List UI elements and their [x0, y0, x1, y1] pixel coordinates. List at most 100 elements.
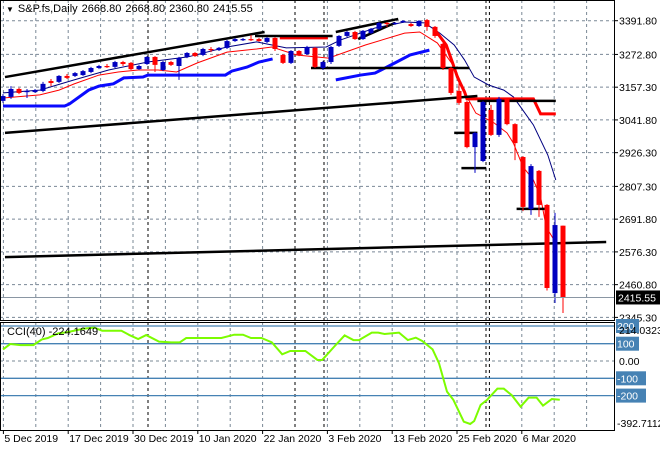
candle-body [160, 62, 166, 70]
candle-bearish [104, 64, 110, 68]
candle-body [128, 62, 134, 70]
candle-bearish [520, 156, 526, 212]
candle-body [264, 37, 270, 42]
candle-bearish [280, 54, 286, 65]
date-axis-label: 5 Dec 2019 [4, 433, 58, 445]
candle-body [136, 66, 142, 70]
price-axis-label: 2807.30 [619, 181, 657, 193]
candle-body [520, 157, 526, 207]
candle-body [552, 225, 558, 294]
candle-bullish [32, 88, 38, 93]
candle-body [488, 109, 494, 135]
date-axis-label: 13 Feb 2020 [393, 433, 452, 445]
candle-body [40, 83, 46, 91]
candle-bearish [192, 52, 198, 57]
candle-body [512, 124, 518, 144]
candle-body [120, 62, 126, 65]
candle-body [8, 88, 14, 97]
candle-bearish [560, 225, 566, 313]
candle-body [336, 35, 342, 46]
candle-bearish [64, 73, 70, 80]
candle-bullish [336, 35, 342, 48]
date-axis-label: 3 Feb 2020 [328, 433, 381, 445]
line-trend-bottom-long [4, 240, 607, 259]
candle-bullish [496, 96, 502, 137]
candle-body [224, 41, 230, 48]
candle-body [328, 47, 334, 63]
candle-bullish [88, 66, 94, 74]
candle-body [200, 48, 206, 55]
candle-bullish [376, 22, 382, 30]
cci-line [2, 326, 560, 426]
price-axis-label: 3157.30 [619, 82, 657, 94]
date-axis-label: 22 Jan 2020 [264, 433, 322, 445]
candle-body [0, 96, 6, 101]
candle-body [320, 62, 326, 68]
candle-bearish [312, 47, 318, 68]
line-ma-slow [2, 21, 557, 181]
price-axis-label: 3041.80 [619, 115, 657, 127]
candle-body [312, 47, 318, 67]
candle-bullish [264, 37, 270, 44]
candle-bullish [112, 60, 118, 68]
candle-body [256, 39, 262, 42]
candle-body [32, 90, 38, 93]
candle-body [304, 47, 310, 55]
candle-body [560, 225, 566, 298]
candle-bullish [304, 45, 310, 55]
line-trend-mid-long [4, 94, 478, 135]
dropdown-triangle-icon[interactable]: ▼ [6, 5, 14, 14]
candle-bearish [432, 26, 438, 38]
candle-body [112, 62, 118, 67]
candle-body [152, 56, 158, 65]
cci-header: CCI(40) -224.1649 [7, 326, 98, 338]
candle-body [448, 67, 454, 93]
cci-title: CCI(40) [7, 326, 46, 338]
cci-level-label: 100 [617, 339, 635, 351]
candle-bearish [120, 60, 126, 67]
candle-body [48, 81, 54, 84]
ohlc-close: 2415.55 [212, 3, 253, 15]
chart-header: ▼ S&P.fs,Daily 2668.80 2668.80 2360.80 2415.5… [6, 3, 257, 15]
price-axis-label: 2926.30 [619, 148, 657, 160]
candle-bullish [80, 69, 86, 76]
candle-body [416, 20, 422, 27]
candle-body [208, 48, 214, 51]
candle-body [384, 22, 390, 25]
chart-canvas[interactable]: 3391.80 3272.80 3157.30 3041.80 2926.30 2807.… [0, 0, 660, 450]
ohlc-high: 2668.80 [125, 3, 166, 15]
candle-bullish [200, 47, 206, 57]
candle-body [88, 67, 94, 72]
candle-body [432, 26, 438, 36]
cci-level-label: -100 [617, 373, 638, 385]
candle-body [288, 50, 294, 63]
candle-body [392, 22, 398, 25]
candle-body [80, 71, 86, 76]
candle-body [104, 66, 110, 68]
candle-bearish [128, 62, 134, 70]
candle-bullish [344, 30, 350, 38]
cci-panel-frame [0, 322, 615, 431]
candle-body [440, 43, 446, 68]
date-axis-label: 10 Jan 2020 [199, 433, 257, 445]
candle-bullish [216, 47, 222, 51]
candle-bearish [352, 30, 358, 40]
candle-bullish [360, 29, 366, 40]
candle-bearish [168, 60, 174, 67]
candle-bearish [464, 100, 470, 149]
candle-body [168, 62, 174, 65]
candle-body [480, 102, 486, 161]
cci-max-label: 214.0323 [619, 325, 660, 337]
candle-body [16, 88, 22, 93]
candle-bearish [440, 43, 446, 70]
cci-min-label: -392.7112 [617, 418, 660, 430]
candle-bullish [160, 60, 166, 72]
candle-bearish [48, 79, 54, 87]
price-axis-label: 2576.30 [619, 247, 657, 259]
price-axis-label: 3391.80 [619, 16, 657, 28]
candle-bullish [368, 28, 374, 34]
candle-body [344, 31, 350, 36]
candle-body [192, 52, 198, 57]
candle-body [472, 132, 478, 148]
candle-body [360, 30, 366, 40]
